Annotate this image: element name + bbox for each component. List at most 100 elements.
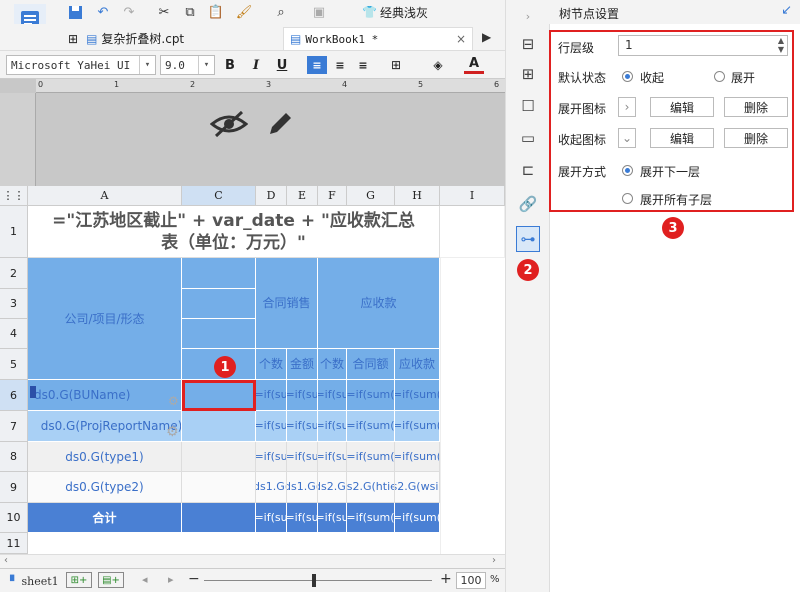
radio-collapse-label[interactable]: 收起	[640, 69, 664, 86]
hyperlink-icon[interactable]: 🔗	[518, 194, 538, 214]
row-header-3[interactable]: 3	[0, 289, 28, 319]
cell-a9[interactable]: ds0.G(type2)	[28, 472, 182, 503]
expand-icon-edit-button[interactable]: 编辑	[650, 97, 714, 117]
border-style-icon[interactable]: ☐	[518, 96, 538, 116]
title-cell[interactable]: ="江苏地区截止" + var_date + "应收款汇总表（单位：万元）"	[28, 206, 440, 258]
next-sheet-icon[interactable]: ▸	[168, 573, 174, 586]
row-header-6[interactable]: 6	[0, 380, 28, 411]
cell-c2[interactable]	[182, 258, 256, 289]
cell-h10[interactable]: =if(sum(	[395, 503, 440, 533]
align-left-icon[interactable]: ≡	[307, 56, 327, 74]
align-right-icon[interactable]: ≡	[353, 56, 373, 74]
cell-e9[interactable]: ds1.G(	[287, 472, 318, 503]
radio-expand[interactable]	[714, 71, 725, 82]
cell-i1[interactable]	[440, 206, 505, 258]
add-sheet-icon[interactable]: ⊞+	[66, 572, 92, 588]
column-header-h[interactable]: H	[395, 186, 440, 206]
scroll-left-icon[interactable]: ‹	[4, 555, 8, 566]
cell-d10[interactable]: =if(su	[256, 503, 287, 533]
row-header-11[interactable]: 11	[0, 533, 28, 554]
settings-gear-icon[interactable]: ⚙	[168, 394, 179, 408]
header-contract-cell[interactable]: 合同销售	[256, 258, 318, 349]
row-header-10[interactable]: 10	[0, 503, 28, 533]
tab-scroll-icon[interactable]: ▶	[482, 30, 491, 44]
column-header-c[interactable]: C	[182, 186, 256, 206]
column-header-g[interactable]: G	[347, 186, 395, 206]
cell-f9[interactable]: ds2.G(	[318, 472, 347, 503]
cell-a6[interactable]: ds0.G(BUName)	[28, 380, 182, 411]
add-report-sheet-icon[interactable]: ▤+	[98, 572, 124, 588]
prev-sheet-icon[interactable]: ◂	[142, 573, 148, 586]
cell-e7[interactable]: =if(su	[287, 411, 318, 442]
sub-count1-cell[interactable]: 个数	[256, 349, 287, 380]
cell-f8[interactable]: =if(su	[318, 442, 347, 472]
cell-a8[interactable]: ds0.G(type1)	[28, 442, 182, 472]
border-icon[interactable]: ⊞	[386, 56, 406, 74]
cell-c3[interactable]	[182, 289, 256, 319]
settings-gear-icon[interactable]: ⚙	[166, 424, 179, 440]
level-input[interactable]: 1 ▲ ▼	[618, 35, 788, 56]
zoom-input[interactable]: 100	[456, 572, 486, 589]
collapse-icon-edit-button[interactable]: 编辑	[650, 128, 714, 148]
font-size-select[interactable]: 9.0 ▾	[160, 55, 215, 75]
cell-g6[interactable]: =if(sum(	[347, 380, 395, 411]
tree-node-icon[interactable]: ⊶	[516, 226, 540, 252]
collapse-icon-delete-button[interactable]: 删除	[724, 128, 788, 148]
sheet-tab[interactable]: ▘ sheet1	[10, 573, 59, 589]
horizontal-scrollbar[interactable]: ‹ ›	[0, 554, 505, 568]
row-header-5[interactable]: 5	[0, 349, 28, 380]
column-header-e[interactable]: E	[287, 186, 318, 206]
row-header-1[interactable]: 1	[0, 206, 28, 258]
cell-h8[interactable]: =if(sum(	[395, 442, 440, 472]
pencil-icon[interactable]	[264, 108, 296, 143]
column-header-a[interactable]: A	[28, 186, 182, 206]
cut-icon[interactable]: ✂	[155, 3, 173, 21]
cell-g7[interactable]: =if(sum(	[347, 411, 395, 442]
column-header-f[interactable]: F	[318, 186, 347, 206]
cell-h7[interactable]: =if(sum(	[395, 411, 440, 442]
font-family-select[interactable]: Microsoft YaHei UI ▾	[6, 55, 156, 75]
radio-expand-next-level-label[interactable]: 展开下一层	[640, 163, 700, 180]
radio-expand-next-level[interactable]	[622, 165, 633, 176]
collapse-arrow-icon[interactable]: ↙	[781, 3, 792, 18]
column-header-i[interactable]: I	[440, 186, 505, 206]
cell-f6[interactable]: =if(su	[318, 380, 347, 411]
widget-icon[interactable]: ▭	[518, 128, 538, 148]
collapse-panel-icon[interactable]: ›	[518, 6, 538, 26]
row-header-2[interactable]: 2	[0, 258, 28, 289]
cell-d9[interactable]: ds1.G(	[256, 472, 287, 503]
cell-element-icon[interactable]: ⊞	[518, 64, 538, 84]
theme-button[interactable]: 👕 经典浅灰	[362, 3, 428, 21]
condition-icon[interactable]: ⊏	[518, 160, 538, 180]
font-color-icon[interactable]: A	[464, 56, 484, 74]
radio-expand-all-children-label[interactable]: 展开所有子层	[640, 191, 712, 208]
header-receivable-cell[interactable]: 应收款	[318, 258, 440, 349]
copy-icon[interactable]: ⧉	[181, 3, 199, 21]
tab-workbook1[interactable]: ▤ WorkBook1 * ×	[283, 27, 473, 50]
cell-c4[interactable]	[182, 319, 256, 349]
expand-icon-delete-button[interactable]: 删除	[724, 97, 788, 117]
preview-icon[interactable]: ⌕	[272, 3, 290, 21]
column-header-d[interactable]: D	[256, 186, 287, 206]
row-header-4[interactable]: 4	[0, 319, 28, 349]
radio-expand-all-children[interactable]	[622, 193, 633, 204]
zoom-slider-track[interactable]	[204, 580, 432, 581]
cell-g10[interactable]: =if(sum(	[347, 503, 395, 533]
fill-color-icon[interactable]: ◈	[428, 56, 448, 74]
sub-amount-cell[interactable]: 金额	[287, 349, 318, 380]
paste-icon[interactable]: 📋	[207, 3, 225, 21]
cell-a7[interactable]: ds0.G(ProjReportName)	[28, 411, 182, 442]
cell-c6-selected[interactable]	[182, 380, 256, 411]
redo-icon[interactable]: ↷	[120, 3, 138, 21]
cell-c9[interactable]	[182, 472, 256, 503]
italic-button[interactable]: I	[246, 56, 266, 74]
cell-c10[interactable]	[182, 503, 256, 533]
cell-d8[interactable]: =if(su	[256, 442, 287, 472]
cell-e6[interactable]: =if(su	[287, 380, 318, 411]
sub-receivable-cell[interactable]: 应收款	[395, 349, 440, 380]
zoom-out-icon[interactable]: −	[188, 571, 200, 587]
cell-h6[interactable]: =if(sum(	[395, 380, 440, 411]
cell-attribute-icon[interactable]: ⊟	[518, 34, 538, 54]
sub-contract-amount-cell[interactable]: 合同额	[347, 349, 395, 380]
tab-complex-tree[interactable]: ⊞ ▤ 复杂折叠树.cpt	[62, 27, 282, 50]
